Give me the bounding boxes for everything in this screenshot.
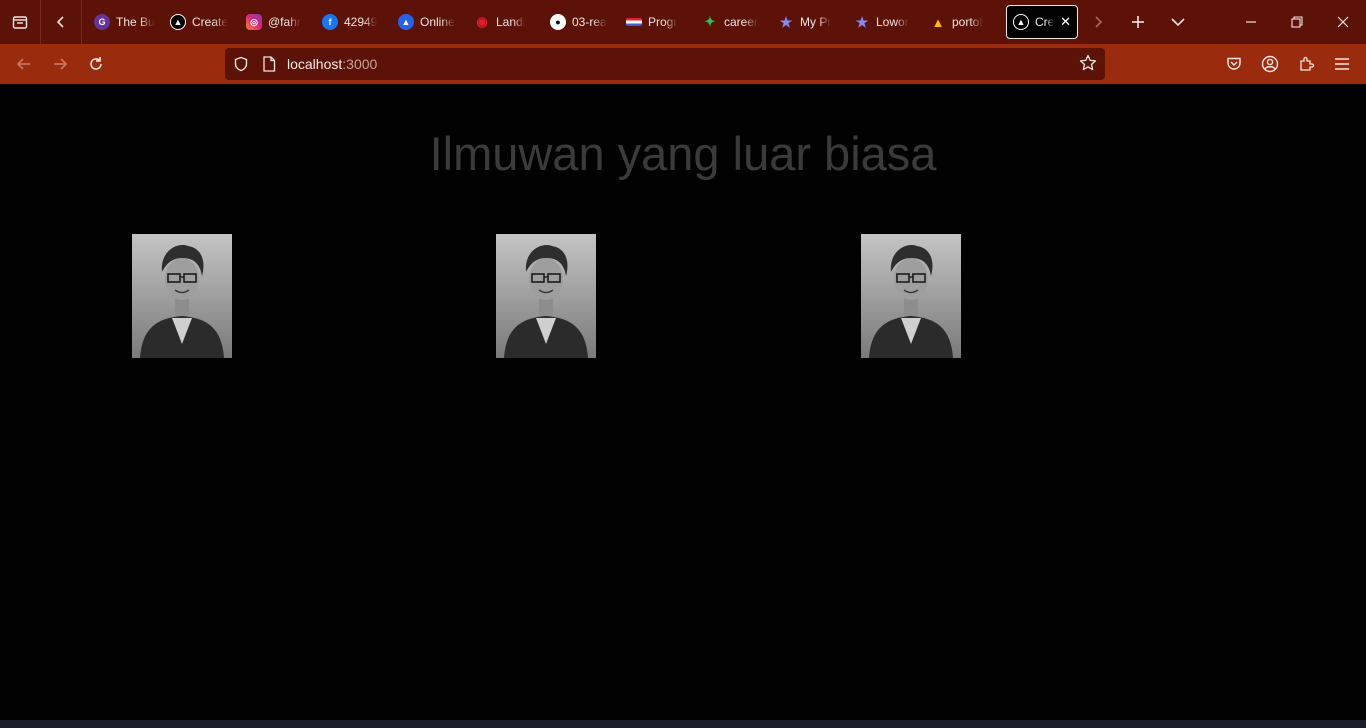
window-controls bbox=[1228, 0, 1366, 44]
tab-item[interactable]: ★ Lowor bbox=[848, 5, 924, 39]
tab-title: career bbox=[724, 15, 759, 29]
tab-title: Lowor bbox=[876, 15, 909, 29]
instagram-icon: ◎ bbox=[246, 14, 262, 30]
minimize-icon[interactable] bbox=[1228, 0, 1274, 44]
pocket-icon[interactable] bbox=[1216, 44, 1252, 84]
nav-toolbar: localhost:3000 bbox=[0, 44, 1366, 84]
url-bar[interactable]: localhost:3000 bbox=[225, 48, 1105, 80]
tab-title: My Pr bbox=[800, 15, 832, 29]
tab-item[interactable]: ◎ @fahr bbox=[240, 5, 316, 39]
tab-item[interactable]: G The Bu bbox=[88, 5, 164, 39]
tab-item[interactable]: ✦ career bbox=[696, 5, 772, 39]
tab-title: The Bu bbox=[116, 15, 155, 29]
url-port: :3000 bbox=[342, 56, 378, 72]
restore-icon[interactable] bbox=[1274, 0, 1320, 44]
tab-title: Progr bbox=[648, 15, 678, 29]
tab-item[interactable]: ★ My Pr bbox=[772, 5, 848, 39]
close-tab-icon[interactable]: ✕ bbox=[1060, 14, 1071, 30]
tab-item[interactable]: ▲ portof bbox=[924, 5, 1000, 39]
url-text[interactable]: localhost:3000 bbox=[287, 56, 377, 72]
page-content: Ilmuwan yang luar biasa bbox=[0, 84, 1366, 720]
tab-title: 03-rea bbox=[572, 15, 607, 29]
list-all-tabs-icon[interactable] bbox=[1158, 0, 1198, 44]
star-icon: ★ bbox=[779, 13, 793, 30]
tab-item[interactable]: ▲ Online bbox=[392, 5, 468, 39]
tab-title: Create bbox=[192, 15, 229, 29]
career-icon: ✦ bbox=[704, 14, 716, 29]
taskbar-edge bbox=[0, 720, 1366, 728]
extensions-icon[interactable] bbox=[1288, 44, 1324, 84]
google-drive-icon: ▲ bbox=[931, 14, 945, 30]
scientist-photo bbox=[496, 234, 596, 358]
tab-list: G The Bu ▲ Create ◎ @fahr f 42949 ▲ Online ◉ L… bbox=[88, 0, 1198, 44]
forward-icon[interactable] bbox=[42, 44, 78, 84]
new-tab-icon[interactable] bbox=[1118, 0, 1158, 44]
tab-item[interactable]: f 42949 bbox=[316, 5, 392, 39]
bookmark-star-icon[interactable] bbox=[1079, 54, 1097, 75]
scientist-photo bbox=[132, 234, 232, 358]
tab-separator bbox=[81, 0, 82, 44]
flag-icon bbox=[626, 18, 642, 26]
page-title: Ilmuwan yang luar biasa bbox=[429, 127, 937, 180]
tab-item[interactable]: Progr bbox=[620, 5, 696, 39]
url-host: localhost bbox=[287, 56, 343, 72]
nextjs-icon: ▲ bbox=[1013, 14, 1029, 30]
tab-item[interactable]: ● 03-rea bbox=[544, 5, 620, 39]
tab-scroll-right-icon[interactable] bbox=[1078, 0, 1118, 44]
back-icon[interactable] bbox=[6, 44, 42, 84]
nextjs-icon: ▲ bbox=[170, 14, 186, 30]
firefox-view-icon[interactable] bbox=[0, 0, 40, 44]
toolbar-actions bbox=[1216, 44, 1360, 84]
tab-title: Online bbox=[420, 15, 455, 29]
scientist-photo bbox=[861, 234, 961, 358]
wifi-icon: ◉ bbox=[476, 14, 488, 29]
tab-title: portof bbox=[952, 15, 983, 29]
close-window-icon[interactable] bbox=[1320, 0, 1366, 44]
tab-title: Cre bbox=[1035, 15, 1055, 29]
shield-icon[interactable] bbox=[225, 56, 257, 72]
tab-strip: G The Bu ▲ Create ◎ @fahr f 42949 ▲ Online ◉ L… bbox=[0, 0, 1366, 44]
online-icon: ▲ bbox=[398, 14, 414, 30]
github-icon: ● bbox=[550, 14, 566, 30]
menu-icon[interactable] bbox=[1324, 44, 1360, 84]
gatsby-icon: G bbox=[94, 14, 110, 30]
tab-item[interactable]: ◉ Landi bbox=[468, 5, 544, 39]
account-icon[interactable] bbox=[1252, 44, 1288, 84]
star-icon: ★ bbox=[855, 13, 869, 30]
tab-title: 42949 bbox=[344, 15, 378, 29]
reload-icon[interactable] bbox=[78, 44, 114, 84]
facebook-icon: f bbox=[322, 14, 338, 30]
tab-title: Landi bbox=[496, 15, 526, 29]
tab-item[interactable]: ▲ Create bbox=[164, 5, 240, 39]
tab-title: @fahr bbox=[268, 15, 301, 29]
tab-scroll-left-icon[interactable] bbox=[41, 0, 81, 44]
tab-item-active[interactable]: ▲ Cre ✕ bbox=[1006, 5, 1078, 39]
page-info-icon[interactable] bbox=[257, 56, 281, 72]
